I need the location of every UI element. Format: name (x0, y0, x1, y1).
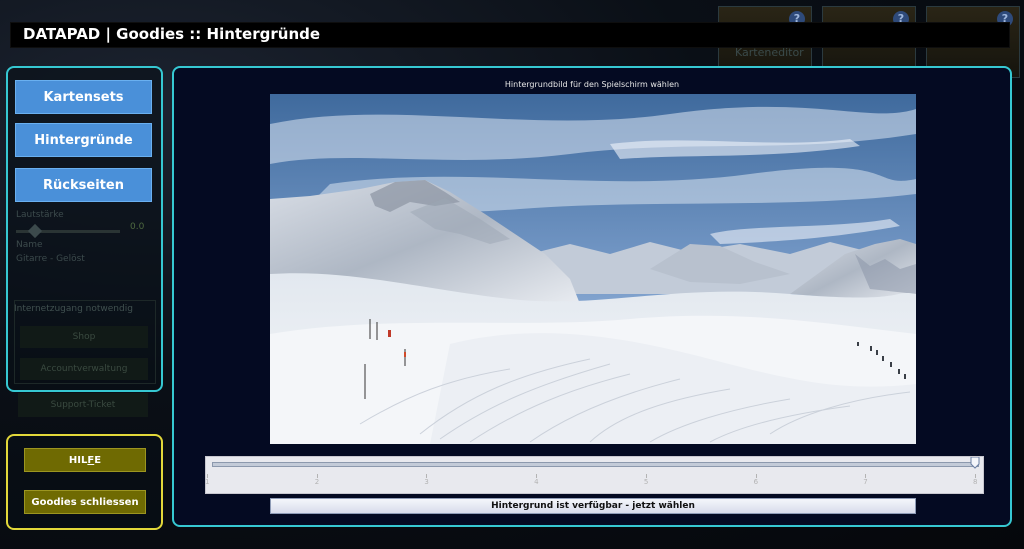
slider-tick-label: 6 (753, 478, 759, 486)
sidebar-item-hintergruende[interactable]: Hintergründe (15, 123, 152, 157)
bg-name-value: Gitarre - Gelöst (16, 254, 85, 264)
slider-tick-label: 4 (534, 478, 539, 486)
help-label-post: E (94, 454, 102, 466)
help-label-accel: F (87, 454, 95, 466)
panel-heading: Hintergrundbild für den Spielschirm wähl… (504, 80, 680, 89)
bg-volume-value: 0.0 (130, 222, 145, 232)
bg-support-button: Support-Ticket (18, 393, 148, 417)
slider-tick-label: 8 (973, 478, 978, 486)
close-goodies-button[interactable]: Goodies schliessen (24, 490, 146, 514)
sidebar-item-kartensets[interactable]: Kartensets (15, 80, 152, 114)
bg-volume-label: Lautstärke (16, 210, 64, 220)
background-selector-slider[interactable]: 1 2 3 4 5 6 7 8 (205, 456, 984, 494)
title-bar: DATAPAD | Goodies :: Hintergründe (10, 22, 1010, 48)
slider-tick-label: 5 (643, 478, 649, 486)
slider-tick-label: 3 (424, 478, 429, 486)
bg-account-button: Accountverwaltung (20, 358, 148, 380)
slider-thumb[interactable] (970, 457, 980, 469)
main-panel: Hintergrundbild für den Spielschirm wähl… (172, 66, 1012, 527)
bg-shop-button: Shop (20, 326, 148, 348)
help-panel: HIL F E Goodies schliessen (6, 434, 163, 530)
window-title: DATAPAD | Goodies :: Hintergründe (23, 25, 321, 43)
help-label-pre: HIL (68, 454, 88, 466)
select-background-button[interactable]: Hintergrund ist verfügbar - jetzt wählen (270, 498, 916, 514)
sidebar-nav-panel: Kartensets Hintergründe Rückseiten Lauts… (6, 66, 163, 392)
slider-tick-label: 7 (863, 478, 868, 486)
bg-name-label: Name (16, 240, 43, 250)
sidebar-item-rueckseiten[interactable]: Rückseiten (15, 168, 152, 202)
slider-track[interactable] (212, 462, 979, 467)
slider-tick-label: 1 (205, 478, 210, 486)
help-button[interactable]: HIL F E (24, 448, 146, 472)
slider-tick-label: 2 (314, 478, 320, 486)
bg-internet-title: Internetzugang notwendig (14, 304, 133, 314)
background-preview-image (270, 94, 916, 444)
bg-volume-knob (27, 223, 43, 239)
